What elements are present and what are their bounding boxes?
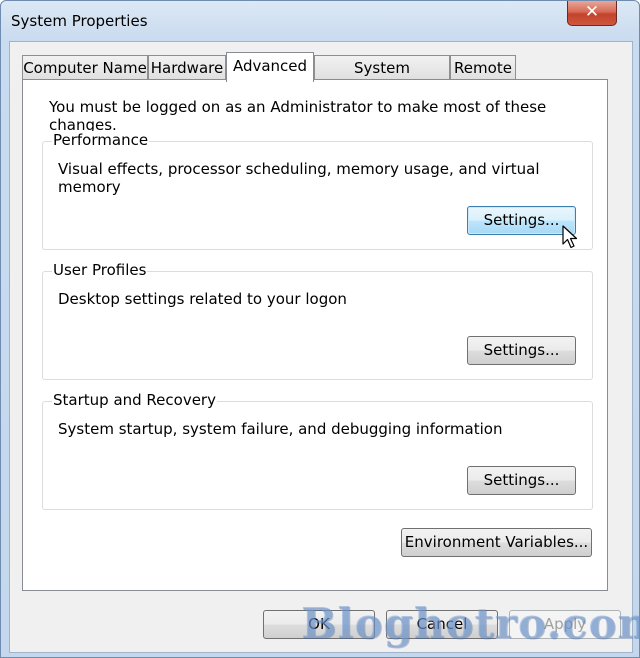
- tab-hardware[interactable]: Hardware: [148, 55, 226, 79]
- user-profiles-group: User Profiles Desktop settings related t…: [42, 261, 593, 380]
- startup-recovery-description: System startup, system failure, and debu…: [58, 420, 503, 438]
- performance-settings-button[interactable]: Settings...: [467, 206, 576, 235]
- user-profiles-description: Desktop settings related to your logon: [58, 290, 347, 308]
- advanced-tab-panel: You must be logged on as an Administrato…: [22, 79, 608, 591]
- tab-remote[interactable]: Remote: [450, 55, 516, 79]
- performance-description: Visual effects, processor scheduling, me…: [58, 160, 540, 196]
- user-profiles-settings-button[interactable]: Settings...: [467, 336, 576, 365]
- tab-system-protection[interactable]: System Protection: [314, 55, 450, 101]
- close-button[interactable]: ✕: [567, 1, 617, 26]
- tab-advanced[interactable]: Advanced: [226, 52, 314, 82]
- startup-recovery-group-title: Startup and Recovery: [52, 391, 217, 409]
- watermark-logo: Bloghotro.com: [301, 599, 640, 648]
- window-title: System Properties: [11, 12, 148, 30]
- performance-group-title: Performance: [52, 131, 150, 149]
- environment-variables-button[interactable]: Environment Variables...: [401, 528, 592, 557]
- mouse-pointer-icon: [562, 225, 578, 249]
- title-bar[interactable]: System Properties ✕: [1, 1, 639, 41]
- dialog-client-area: Computer Name Hardware Advanced System P…: [9, 41, 633, 653]
- startup-recovery-settings-button[interactable]: Settings...: [467, 466, 576, 495]
- startup-recovery-group: Startup and Recovery System startup, sys…: [42, 391, 593, 510]
- performance-group: Performance Visual effects, processor sc…: [42, 131, 593, 250]
- tab-computer-name[interactable]: Computer Name: [22, 55, 148, 79]
- system-properties-window: System Properties ✕ Computer Name Hardwa…: [0, 0, 640, 658]
- admin-notice: You must be logged on as an Administrato…: [49, 98, 547, 134]
- user-profiles-group-title: User Profiles: [52, 261, 148, 279]
- close-icon: ✕: [584, 2, 600, 22]
